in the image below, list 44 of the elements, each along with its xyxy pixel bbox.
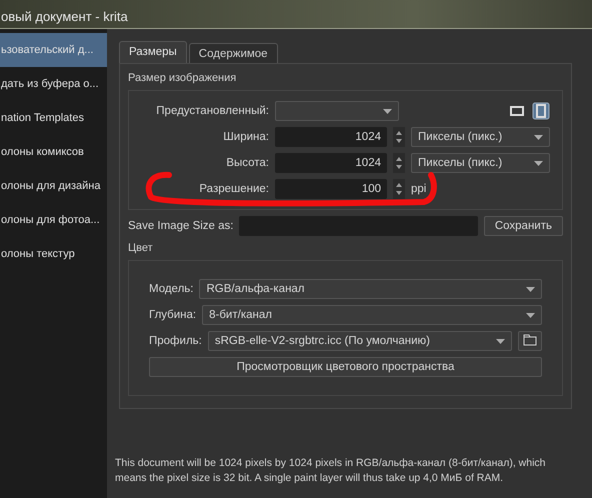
sidebar-item[interactable]: олоны текстур	[0, 237, 107, 271]
tab[interactable]: Содержимое	[188, 43, 278, 63]
spinner-arrows-icon[interactable]	[393, 127, 405, 147]
sidebar-item[interactable]: дать из буфера о...	[0, 67, 107, 101]
section-title: Размер изображения	[128, 72, 238, 84]
field-label: Высота:	[225, 157, 269, 169]
spinner-arrows-icon[interactable]	[393, 179, 405, 199]
depth-dropdown[interactable]: 8-бит/канал	[202, 305, 542, 325]
profile-dropdown[interactable]: sRGB-elle-V2-srgbtrc.icc (По умолчанию)	[208, 331, 512, 351]
field-label: Профиль:	[149, 335, 202, 347]
spinner-arrows-icon[interactable]	[393, 153, 405, 173]
caret-icon	[383, 108, 392, 114]
section-title: Цвет	[128, 242, 154, 254]
field-label: Разрешение:	[198, 183, 269, 195]
caret-icon	[526, 312, 535, 318]
model-dropdown[interactable]: RGB/альфа-канал	[199, 279, 542, 299]
field-label: Модель:	[149, 283, 194, 295]
tab[interactable]: Размеры	[119, 41, 187, 63]
unit-label: ppi	[411, 183, 426, 195]
sidebar-item[interactable]: олоны комиксов	[0, 135, 107, 169]
sidebar-item[interactable]: ьзовательский д...	[0, 33, 107, 67]
sidebar-item[interactable]: nation Templates	[0, 101, 107, 135]
folder-icon	[523, 334, 537, 346]
field-label: Ширина:	[222, 131, 269, 143]
unit-dropdown[interactable]: Пикселы (пикс.)	[411, 153, 550, 173]
sidebar-item[interactable]: олоны для дизайна	[0, 169, 107, 203]
save-button[interactable]: Сохранить	[484, 216, 563, 236]
window-title: овый документ - krita	[1, 9, 128, 24]
number-input[interactable]: 1024	[275, 127, 387, 147]
caret-icon	[526, 286, 535, 292]
unit-dropdown[interactable]: Пикселы (пикс.)	[411, 127, 550, 147]
sidebar-item[interactable]: олоны для фотоа...	[0, 203, 107, 237]
portrait-icon[interactable]	[532, 102, 550, 120]
field-label: Save Image Size as:	[128, 220, 234, 232]
caret-icon	[496, 338, 505, 344]
caret-icon	[534, 134, 543, 140]
number-input[interactable]: 100	[275, 179, 387, 199]
caret-icon	[534, 160, 543, 166]
field-label: Глубина:	[149, 309, 196, 321]
field-label: Предустановленный:	[155, 105, 269, 117]
color-space-viewer-button[interactable]: Просмотровщик цветового пространства	[149, 357, 542, 377]
folder-button[interactable]	[518, 331, 542, 351]
number-input[interactable]: 1024	[275, 153, 387, 173]
info-text: This document will be 1024 pixels by 1024 pixels in RGB/альфа-канал (8-бит/канал), which means the pixel size is 32 bit. A single paint layer will thus take up 4,0 МиБ of RAM.	[115, 456, 547, 486]
